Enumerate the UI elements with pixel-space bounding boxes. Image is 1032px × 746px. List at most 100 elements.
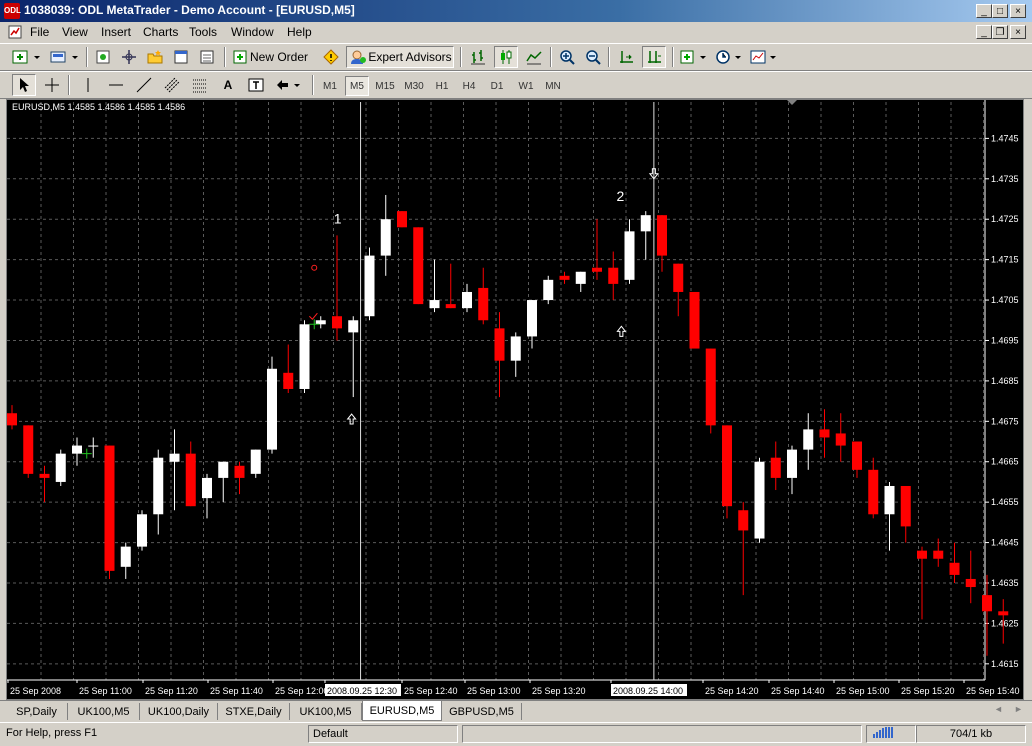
tab-sp-daily[interactable]: SP,Daily [6,703,68,720]
new-chart-button[interactable] [10,46,44,68]
text-a-icon: A [223,78,233,92]
fibonacci-tool[interactable] [188,74,212,96]
price-axis-label: 1.4695 [991,335,1019,345]
horizontal-line-tool[interactable] [104,74,128,96]
candle-body [332,316,342,329]
menu-charts[interactable]: Charts [143,25,178,39]
navigator-button[interactable] [118,46,140,68]
maximize-button[interactable]: □ [992,4,1008,18]
candle-body [575,271,586,284]
market-watch-icon [96,50,110,64]
strategy-tester-button[interactable] [196,46,218,68]
timeframe-m1[interactable]: M1 [318,76,342,96]
timeframe-h1[interactable]: H1 [430,76,454,96]
menu-tools[interactable]: Tools [189,25,217,39]
crosshair-move-icon [122,50,136,64]
status-profile: Default [308,725,458,743]
status-help-text: For Help, press F1 [6,727,98,739]
profiles-button[interactable] [48,46,82,68]
timeframe-w1[interactable]: W1 [513,76,539,96]
timeframe-m5[interactable]: M5 [345,76,369,96]
candle-body [234,465,245,478]
candle-body [640,215,651,232]
bar-chart-icon [471,50,485,65]
menu-view[interactable]: View [62,25,88,39]
vertical-line-tool[interactable] [76,74,100,96]
candle-body [624,231,635,280]
candle-body [770,457,781,478]
close-button[interactable]: × [1010,4,1026,18]
tab-gbpusd-m5[interactable]: GBPUSD,M5 [442,703,522,720]
new-chart-icon [12,50,40,64]
metaeditor-button[interactable] [320,46,342,68]
tab-uk100-daily[interactable]: UK100,Daily [140,703,218,720]
auto-scroll-icon [620,51,633,63]
expert-advisors-button[interactable]: Expert Advisors [346,46,454,68]
chart-doc-icon[interactable] [8,25,22,39]
tab-uk100-m5-2[interactable]: UK100,M5 [290,703,362,720]
timeframe-m15[interactable]: M15 [372,76,398,96]
time-axis-label: 25 Sep 15:20 [901,686,955,696]
channel-tool[interactable] [160,74,184,96]
crosshair-tool[interactable] [40,74,64,96]
tab-eurusd-m5[interactable]: EURUSD,M5 [362,701,442,721]
candle-body [7,413,17,426]
price-axis-label: 1.4725 [991,214,1019,224]
menu-window[interactable]: Window [231,25,274,39]
time-axis-label: 25 Sep 15:00 [836,686,890,696]
price-axis-label: 1.4665 [991,457,1019,467]
candle-body [380,219,391,256]
candle-body [819,429,830,438]
timeframe-mn[interactable]: MN [541,76,565,96]
line-chart-button[interactable] [522,46,546,68]
candle-body [250,449,261,474]
timeframe-h4[interactable]: H4 [457,76,481,96]
new-order-icon [233,50,247,64]
candle-body [673,263,684,292]
candle-body [722,425,732,507]
templates-button[interactable] [748,46,782,68]
candle-body [705,348,716,426]
tab-uk100-m5[interactable]: UK100,M5 [68,703,140,720]
new-order-button[interactable]: New Order [232,46,316,68]
timeframe-d1[interactable]: D1 [485,76,509,96]
cursor-tool[interactable] [12,74,36,96]
time-axis-label: 25 Sep 11:40 [210,686,263,696]
periods-button[interactable] [714,46,746,68]
chart-shift-button[interactable] [642,46,666,68]
tab-stxe-daily[interactable]: STXE,Daily [218,703,290,720]
bar-chart-button[interactable] [466,46,490,68]
indicators-button[interactable] [678,46,712,68]
menu-help[interactable]: Help [287,25,312,39]
doc-close-button[interactable]: × [1010,25,1026,39]
time-axis-label: 25 Sep 12:40 [404,686,458,696]
candle-body [299,324,310,389]
price-axis-label: 1.4645 [991,538,1019,548]
toolbar-separator [672,47,674,67]
minimize-button[interactable]: _ [976,4,992,18]
price-chart[interactable]: 1.4745 1.4735 1.4725 1.4715 1.4705 1.4695 1.46… [7,100,1023,699]
candle-body [185,453,196,507]
text-tool[interactable]: A [216,74,240,96]
doc-restore-button[interactable]: ❐ [992,25,1008,39]
doc-minimize-button[interactable]: _ [976,25,992,39]
zoom-in-button[interactable] [556,46,578,68]
price-axis-label: 1.4615 [991,659,1019,669]
terminal-button[interactable] [144,46,166,68]
trendline-tool[interactable] [132,74,156,96]
tab-scroll-right-button[interactable]: ► [1014,704,1023,714]
zoom-out-button[interactable] [582,46,604,68]
menu-file[interactable]: File [30,25,49,39]
app-icon[interactable]: ODL [4,3,21,19]
annotation-label-2: 2 [617,188,625,204]
auto-scroll-button[interactable] [614,46,638,68]
market-watch-button[interactable] [92,46,114,68]
new-order-label: New Order [250,50,309,64]
menu-insert[interactable]: Insert [101,25,131,39]
arrows-tool[interactable] [272,74,306,96]
text-label-tool[interactable] [244,74,268,96]
tab-scroll-left-button[interactable]: ◄ [994,704,1003,714]
timeframe-m30[interactable]: M30 [401,76,427,96]
data-window-button[interactable] [170,46,192,68]
candlestick-button[interactable] [494,46,518,68]
